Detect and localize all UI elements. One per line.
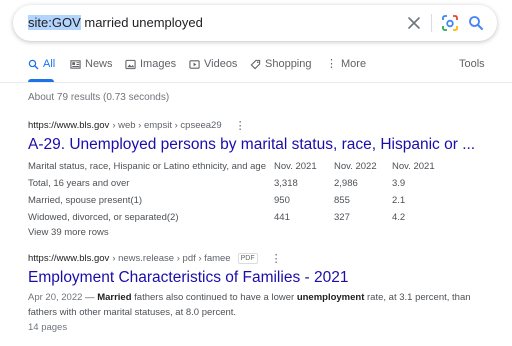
search-divider (431, 14, 432, 32)
query-terms: married unemployed (80, 15, 203, 30)
search-result: https://www.bls.gov › news.release › pdf… (28, 252, 498, 333)
snippet-text: fathers also continued to have a lower (131, 292, 297, 303)
tab-news[interactable]: News (70, 58, 113, 70)
snippet-bold-term: Married (97, 292, 132, 303)
news-icon (70, 59, 81, 69)
shopping-tag-icon (250, 59, 261, 69)
result-data-table: Marital status, race, Hispanic or Latino… (28, 158, 442, 226)
tab-all[interactable]: All (28, 58, 55, 70)
videos-icon (189, 59, 200, 69)
result-domain: https://www.bls.gov (28, 253, 110, 264)
table-cell: 950 (274, 195, 290, 206)
table-cell: 3.9 (392, 178, 406, 189)
table-cell: 327 (334, 212, 350, 223)
table-cell: 2,986 (334, 178, 358, 189)
page-count: 14 pages (28, 322, 68, 333)
tab-more[interactable]: ⋮ More (326, 58, 366, 70)
tab-label: All (43, 58, 56, 70)
table-cell: Married, spouse present(1) (28, 195, 143, 206)
table-row: Widowed, divorced, or separated(2) 441 3… (28, 209, 442, 226)
search-icon (28, 59, 39, 69)
tab-label: Videos (204, 58, 238, 70)
tools-button[interactable]: Tools (459, 58, 485, 70)
result-cite[interactable]: https://www.bls.gov › news.release › pdf… (28, 252, 498, 265)
table-cell: Widowed, divorced, or separated(2) (28, 212, 179, 223)
table-cell: Total, 16 years and over (28, 178, 130, 189)
result-snippet: Apr 20, 2022 — Married fathers also cont… (28, 290, 488, 320)
result-domain: https://www.bls.gov (28, 120, 110, 131)
tabs-divider (0, 82, 512, 83)
snippet-date: Apr 20, 2022 (28, 292, 83, 303)
tab-images[interactable]: Images (125, 58, 176, 70)
result-path: › news.release › pdf › famee (112, 253, 231, 264)
more-options-icon[interactable]: ⋮ (271, 252, 282, 265)
result-path: › web › empsit › cpseea29 (112, 120, 222, 131)
search-result: https://www.bls.gov › web › empsit › cps… (28, 119, 498, 238)
result-title-link[interactable]: Employment Characteristics of Families -… (28, 269, 498, 287)
table-row: Married, spouse present(1) 950 855 2.1 (28, 192, 442, 209)
table-cell: 4.2 (392, 212, 406, 223)
table-header-cell: Nov. 2021 (392, 161, 435, 172)
result-title-link[interactable]: A-29. Unemployed persons by marital stat… (28, 136, 498, 154)
table-header-cell: Marital status, race, Hispanic or Latino… (28, 161, 266, 172)
search-query[interactable]: site:GOV married unemployed (28, 15, 203, 30)
table-cell: 441 (274, 212, 290, 223)
table-cell: 2.1 (392, 195, 406, 206)
table-header-cell: Nov. 2022 (334, 161, 377, 172)
search-box[interactable]: site:GOV married unemployed (13, 5, 497, 41)
more-options-icon[interactable]: ⋮ (235, 119, 246, 132)
view-more-rows-link[interactable]: View 39 more rows (28, 227, 498, 238)
table-cell: 855 (334, 195, 350, 206)
images-icon (125, 59, 136, 69)
tab-shopping[interactable]: Shopping (250, 58, 312, 70)
query-site-operator: site:GOV (28, 15, 81, 30)
table-cell: 3,318 (274, 178, 298, 189)
table-header-row: Marital status, race, Hispanic or Latino… (28, 158, 442, 175)
search-tabs: All News Images Videos Shopping ⋮ More T… (0, 58, 512, 82)
clear-search-icon[interactable] (404, 13, 424, 33)
tab-videos[interactable]: Videos (189, 58, 237, 70)
result-cite[interactable]: https://www.bls.gov › web › empsit › cps… (28, 119, 498, 132)
table-header-cell: Nov. 2021 (274, 161, 317, 172)
snippet-text: — (82, 292, 98, 303)
tab-label: Images (140, 58, 177, 70)
snippet-bold-term: unemployment (296, 292, 365, 303)
camera-lens-icon[interactable] (440, 13, 460, 33)
result-stats: About 79 results (0.73 seconds) (28, 92, 170, 103)
tools-label: Tools (459, 58, 485, 70)
tab-label: More (341, 58, 367, 70)
pdf-badge: PDF (237, 253, 258, 264)
table-row: Total, 16 years and over 3,318 2,986 3.9 (28, 175, 442, 192)
more-dots-icon: ⋮ (326, 57, 337, 70)
tab-label: News (85, 58, 113, 70)
tab-label: Shopping (265, 58, 312, 70)
search-submit-icon[interactable] (466, 13, 486, 33)
